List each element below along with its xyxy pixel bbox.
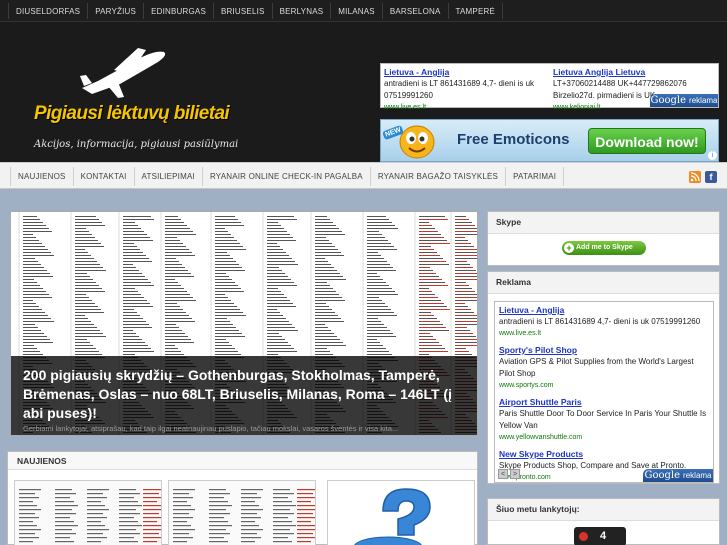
facebook-icon[interactable]: f [705,171,717,183]
ad-link[interactable]: www.live.es.lt [499,328,709,340]
site-logo[interactable]: Pigiausi lėktuvų bilietai Akcijos, infor… [28,46,298,156]
sidebar-ad-item[interactable]: Sporty's Pilot Shop Aviation GPS & Pilot… [495,342,713,394]
ad-text: antradieni is LT 861431689 4,7- dieni is… [384,79,535,100]
ad-text: Aviation GPS & Pilot Supplies from the W… [499,357,694,378]
question-mark-icon [354,488,431,545]
city-link-paryzius[interactable]: PARYŽIUS [88,3,145,19]
news-thumb-3[interactable] [327,480,475,545]
skype-widget: Skype + Add me to Skype [487,211,720,266]
city-link-milanas[interactable]: MILANAS [331,3,383,19]
nav-item-naujienos[interactable]: NAUJIENOS [10,167,74,186]
ad-prev-button[interactable]: < [498,469,508,479]
ads-label: reklama [683,471,712,480]
skype-heading: Skype [496,217,522,227]
visitors-widget: Šiuo metu lankytojų: 4 [487,498,720,545]
live-dot-icon [579,532,588,541]
visitor-count: 4 [600,530,607,542]
visitors-heading: Šiuo metu lankytojų: [496,504,580,514]
ad-text: Paris Shuttle Door To Door Service In Pa… [499,409,707,430]
nav-item-checkin[interactable]: RYANAIR ONLINE CHECK-IN PAGALBA [203,167,371,186]
main-nav: NAUJIENOS KONTAKTAI ATSILIEPIMAI RYANAIR… [0,162,727,189]
airplane-icon [80,48,166,98]
news-thumb-2[interactable] [168,480,316,545]
add-to-skype-button[interactable]: + Add me to Skype [562,241,646,255]
fare-table-thumbnail [19,489,161,543]
sidebar-ad-item[interactable]: Lietuva - Anglija antradieni is LT 86143… [495,302,713,342]
ad-link[interactable]: www.live.es.lt [384,102,549,114]
visitor-counter: 4 [574,527,626,545]
city-link-edinburgas[interactable]: EDINBURGAS [144,3,214,19]
google-brand: Google [650,95,687,106]
reklama-heading: Reklama [496,277,531,287]
site-header: Pigiausi lėktuvų bilietai Akcijos, infor… [0,22,727,162]
ad-pager: < > [498,469,520,479]
ad-title[interactable]: Airport Shuttle Paris [499,396,709,408]
city-link-briuselis[interactable]: BRIUSELIS [214,3,273,19]
news-thumb-1[interactable] [14,480,162,545]
nav-item-patarimai[interactable]: PATARIMAI [506,167,565,186]
city-link-barselona[interactable]: BARSELONA [383,3,449,19]
slider-title[interactable]: 200 pigiausių skrydžių – Gothenburgas, S… [23,366,471,423]
slider-excerpt: Gerbiami lankytojai, atsiprašau, kad tai… [23,424,399,433]
ad-link[interactable]: www.yellowvanshuttle.com [499,432,709,444]
featured-slider[interactable]: 200 pigiausių skrydžių – Gothenburgas, S… [10,211,478,436]
nav-item-atsiliepimai[interactable]: ATSILIEPIMAI [135,167,203,186]
city-link-tampere[interactable]: TAMPERĖ [449,3,504,19]
city-link-berlynas[interactable]: BERLYNAS [273,3,332,19]
emoticons-banner[interactable]: NEW Free Emoticons Download now! i [380,119,719,162]
google-ads-badge[interactable]: Google reklama [643,469,713,482]
ad-title[interactable]: New Skype Products [499,448,709,460]
city-bar: DIUSELDORFAS PARYŽIUS EDINBURGAS BRIUSEL… [0,0,727,22]
city-link-diuseldorfas[interactable]: DIUSELDORFAS [8,3,89,19]
ad-title[interactable]: Sporty's Pilot Shop [499,344,709,356]
city-links: DIUSELDORFAS PARYŽIUS EDINBURGAS BRIUSEL… [8,3,504,19]
reklama-widget: Reklama Lietuva - Anglija antradieni is … [487,271,720,484]
nav-items: NAUJIENOS KONTAKTAI ATSILIEPIMAI RYANAIR… [10,167,565,186]
header-ad-box: Lietuva - Anglija antradieni is LT 86143… [380,63,719,111]
ad-next-button[interactable]: > [510,469,520,479]
news-section: NAUJIENOS [7,451,478,545]
visitors-header: Šiuo metu lankytojų: [488,499,719,521]
download-now-button[interactable]: Download now! [588,128,706,154]
news-heading: NAUJIENOS [17,456,67,466]
rss-icon[interactable] [689,171,701,183]
ad-title[interactable]: Lietuva Anglija Lietuva [553,66,718,78]
ad-title[interactable]: Lietuva - Anglija [499,304,709,316]
banner-text: Free Emoticons [457,131,570,148]
logo-title: Pigiausi lėktuvų bilietai [34,103,230,124]
plus-icon: + [564,243,574,253]
google-brand: Google [644,470,681,481]
ads-label: reklama [689,96,718,105]
news-header: NAUJIENOS [8,452,477,470]
ad-text: antradieni is LT 861431689 4,7- dieni is… [499,317,701,326]
sidebar-ad-box: Lietuva - Anglija antradieni is LT 86143… [494,301,714,483]
header-ad-left[interactable]: Lietuva - Anglija antradieni is LT 86143… [384,66,549,114]
nav-item-kontaktai[interactable]: KONTAKTAI [74,167,135,186]
ad-title[interactable]: Lietuva - Anglija [384,66,549,78]
sidebar-ad-item[interactable]: Airport Shuttle Paris Paris Shuttle Door… [495,394,713,446]
ad-link[interactable]: www.sportys.com [499,380,709,392]
nav-item-bagazas[interactable]: RYANAIR BAGAŽO TAISYKLĖS [371,167,507,186]
skype-header: Skype [488,212,719,234]
fare-table-thumbnail [173,489,315,543]
skype-button-label: Add me to Skype [576,244,633,251]
ad-info-icon[interactable]: i [708,151,717,160]
google-ads-badge[interactable]: Google reklama [650,94,718,107]
reklama-header: Reklama [488,272,719,294]
logo-tagline: Akcijos, informacija, pigiausi pasiūlyma… [34,139,239,150]
slider-caption[interactable]: 200 pigiausių skrydžių – Gothenburgas, S… [11,356,477,435]
social-links: f [689,171,717,183]
